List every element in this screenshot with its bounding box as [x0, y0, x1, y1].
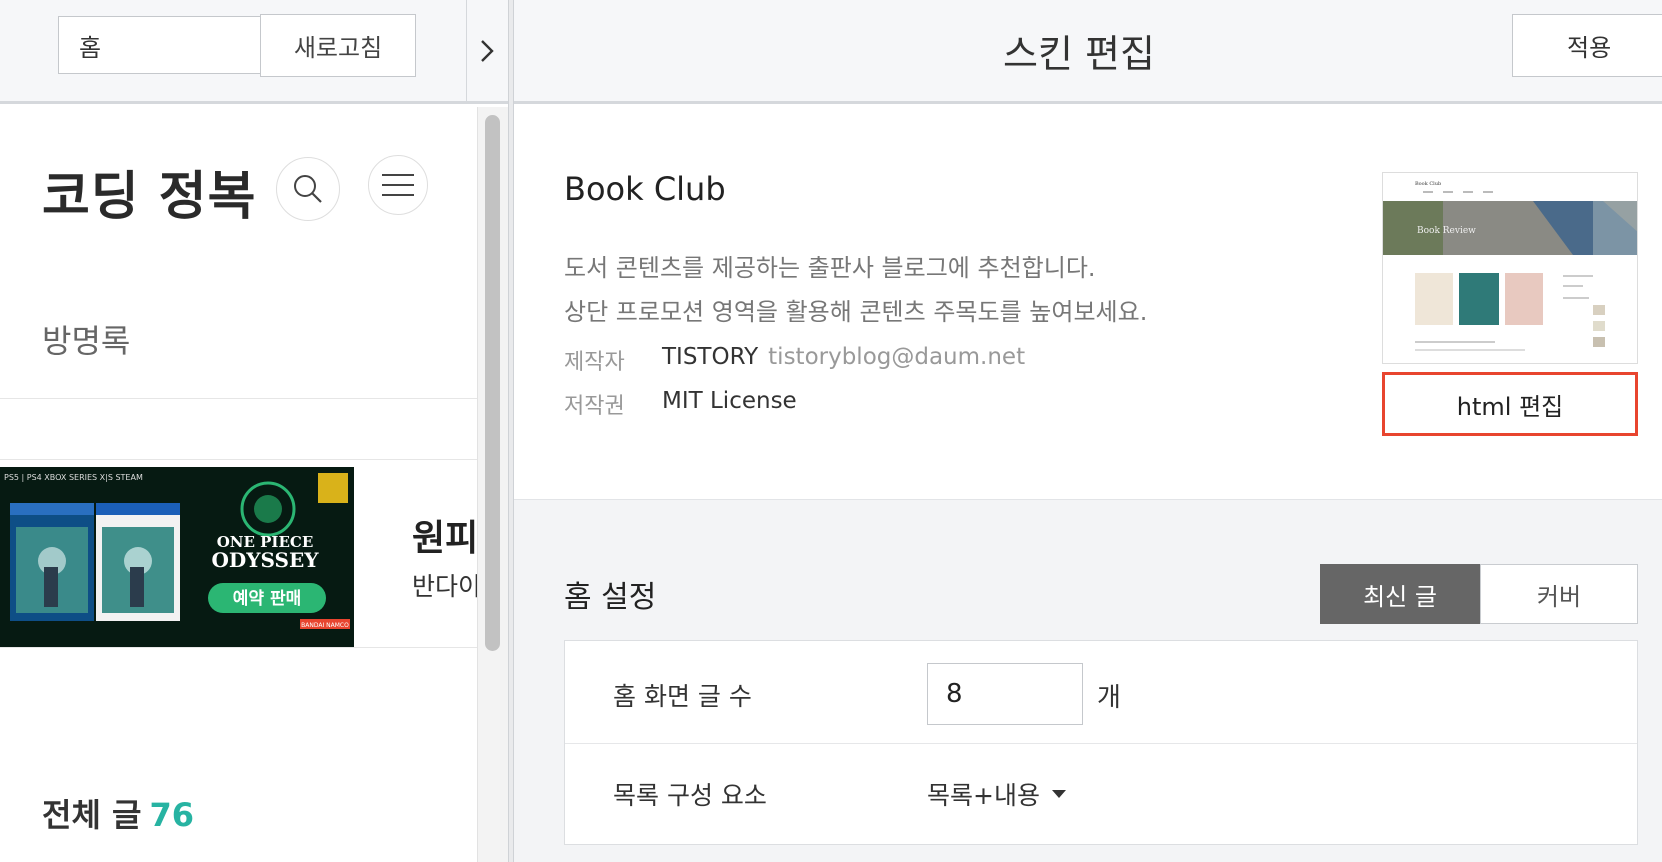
divider — [0, 459, 477, 460]
skin-editor-panel: 스킨 편집 적용 Book Club 도서 콘텐츠를 제공하는 출판사 블로그에… — [514, 0, 1662, 862]
divider — [0, 398, 477, 399]
preview-panel: 새로고침 코딩 정복 방명록 — [0, 0, 508, 862]
page-title: 스킨 편집 — [1003, 32, 1155, 76]
html-edit-button[interactable]: html 편집 — [1382, 372, 1638, 436]
editor-header: 스킨 편집 적용 — [514, 0, 1662, 104]
home-mode-toggle: 최신 글 커버 — [1320, 564, 1638, 624]
ad-banner-art: PS5 | PS4 XBOX SERIES X|S STEAM ONE PIEC… — [0, 467, 354, 647]
menu-button[interactable] — [368, 155, 428, 215]
total-posts-heading[interactable]: 전체 글 76 — [42, 790, 194, 836]
skin-name: Book Club — [564, 170, 726, 208]
skin-info-section: Book Club 도서 콘텐츠를 제공하는 출판사 블로그에 추천합니다. 상… — [514, 104, 1662, 500]
banner-platforms: PS5 | PS4 XBOX SERIES X|S STEAM — [4, 473, 143, 482]
search-icon — [294, 175, 322, 203]
post-count-row: 홈 화면 글 수 개 — [565, 641, 1637, 744]
list-elements-value: 목록+내용 — [927, 781, 1040, 810]
hamburger-menu-icon — [382, 174, 414, 196]
banner-game-title-2: ODYSSEY — [211, 548, 319, 572]
banner-publisher: BANDAI NAMCO — [301, 622, 349, 629]
home-settings-heading: 홈 설정 — [564, 580, 657, 615]
license-label: 저작권 — [564, 394, 625, 419]
post-count-input[interactable] — [927, 663, 1083, 725]
thumbnail-site-title: Book Club — [1415, 181, 1441, 187]
skin-description: 도서 콘텐츠를 제공하는 출판사 블로그에 추천합니다. — [564, 254, 1096, 282]
author-name: TISTORY — [662, 344, 759, 370]
list-elements-select[interactable]: 목록+내용 — [927, 776, 1066, 812]
list-elements-row: 목록 구성 요소 목록+내용 — [565, 744, 1637, 844]
list-elements-label: 목록 구성 요소 — [613, 781, 767, 810]
skin-thumbnail-art: Book Club Book Review — [1383, 173, 1637, 363]
skin-description: 상단 프로모션 영역을 활용해 콘텐츠 주목도를 높여보세요. — [564, 298, 1148, 326]
guestbook-link[interactable]: 방명록 — [42, 316, 130, 362]
thumbnail-banner-text: Book Review — [1417, 226, 1476, 236]
ad-subtitle: 반다이 — [412, 572, 477, 601]
search-button[interactable] — [276, 157, 340, 221]
scrollbar-thumb[interactable] — [485, 115, 500, 651]
ad-title[interactable]: 원피 — [412, 509, 477, 561]
skin-thumbnail: Book Club Book Review — [1382, 172, 1638, 364]
ad-banner-image[interactable]: PS5 | PS4 XBOX SERIES X|S STEAM ONE PIEC… — [0, 467, 354, 647]
blog-title[interactable]: 코딩 정복 — [42, 154, 256, 229]
tab-cover[interactable]: 커버 — [1480, 564, 1638, 624]
divider — [0, 647, 477, 648]
caret-down-icon — [1051, 790, 1066, 798]
total-posts-label: 전체 글 — [42, 796, 142, 834]
preview-url-input[interactable] — [58, 16, 262, 74]
total-posts-count: 76 — [149, 796, 194, 834]
post-count-unit: 개 — [1097, 683, 1121, 713]
preview-scrollbar[interactable] — [477, 107, 508, 862]
tab-latest-posts[interactable]: 최신 글 — [1320, 564, 1480, 624]
preview-toolbar: 새로고침 — [0, 0, 508, 104]
license-value: MIT License — [662, 388, 797, 414]
author-value: TISTORY tistoryblog@daum.net — [662, 344, 1025, 370]
post-count-label: 홈 화면 글 수 — [613, 682, 752, 711]
author-label: 제작자 — [564, 350, 625, 375]
expand-preview-button[interactable] — [466, 0, 508, 101]
author-email: tistoryblog@daum.net — [768, 344, 1026, 370]
home-settings-box: 홈 화면 글 수 개 목록 구성 요소 목록+내용 — [564, 640, 1638, 845]
blog-preview: 코딩 정복 방명록 PS5 | PS4 XBOX SERIES X|S STEA… — [0, 107, 477, 862]
apply-button[interactable]: 적용 — [1512, 14, 1662, 77]
chevron-right-icon — [481, 39, 494, 62]
refresh-button[interactable]: 새로고침 — [260, 14, 416, 77]
banner-cta: 예약 판매 — [233, 588, 301, 609]
